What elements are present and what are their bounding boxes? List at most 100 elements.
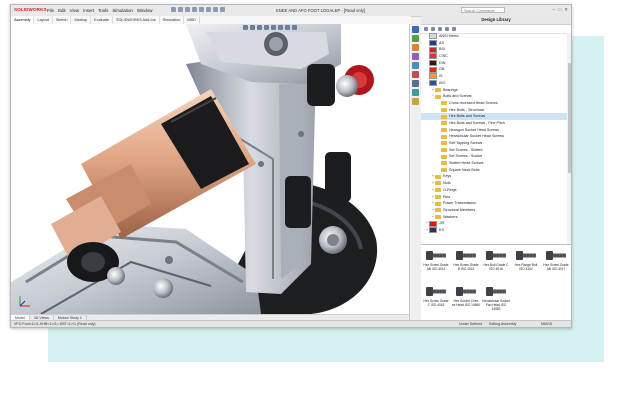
tree-item[interactable]: Hex Bolts - Structural	[421, 107, 567, 114]
create-folder-icon[interactable]	[445, 27, 449, 31]
options-icon[interactable]	[220, 7, 225, 12]
tree-item[interactable]: Square Neck Bolts	[421, 167, 567, 174]
tree-item[interactable]: Slotted Head Screws	[421, 160, 567, 167]
tree-item[interactable]: + Nuts	[421, 180, 567, 187]
open-icon[interactable]	[178, 7, 183, 12]
save-icon[interactable]	[185, 7, 190, 12]
menu-insert[interactable]: Insert	[83, 8, 94, 13]
menu-view[interactable]: View	[70, 8, 79, 13]
library-part[interactable]: Hex Flange Bolt ISO 4162	[511, 247, 541, 281]
tree-item[interactable]: ANSI Metric	[421, 33, 567, 40]
rebuild-icon[interactable]	[213, 7, 218, 12]
tree-item[interactable]: Hex Bolts and Screws - Fine Pitch	[421, 120, 567, 127]
tree-item[interactable]: Self Tapping Screws	[421, 140, 567, 147]
folder-icon	[441, 141, 447, 146]
tab-layout[interactable]: Layout	[34, 16, 53, 24]
tree-item[interactable]: + KS	[421, 227, 567, 234]
file-explorer-icon[interactable]	[412, 44, 419, 51]
knee-assembly-model[interactable]	[11, 24, 409, 314]
tree-item[interactable]: + Pins	[421, 194, 567, 201]
search-input[interactable]: Search Commands	[461, 7, 505, 13]
tab-simulation[interactable]: Simulation	[160, 16, 185, 24]
tree-item[interactable]: + JIS	[421, 220, 567, 227]
tree-scrollbar[interactable]	[567, 33, 571, 243]
appearances-icon[interactable]	[412, 62, 419, 69]
tree-item[interactable]: Cross recessed Head Screws	[421, 100, 567, 107]
new-icon[interactable]	[171, 7, 176, 12]
tab-assembly[interactable]: Assembly	[11, 16, 35, 24]
tree-item[interactable]: GB	[421, 66, 567, 73]
tree-item[interactable]: Set Screws - Socket	[421, 153, 567, 160]
toolbox-icon[interactable]	[412, 89, 419, 96]
3d-content-icon[interactable]	[412, 98, 419, 105]
tree-item[interactable]: + Washers	[421, 214, 567, 221]
previous-view-icon[interactable]	[257, 25, 262, 30]
view-palette-icon[interactable]	[412, 53, 419, 60]
tree-item[interactable]: Hexalobular Socket Head Screws	[421, 133, 567, 140]
minimize-icon[interactable]: –	[553, 7, 556, 13]
library-part[interactable]: Hex Bolt Grade C ISO 4016	[481, 247, 511, 281]
section-view-icon[interactable]	[264, 25, 269, 30]
part-label: Hex Flange Bolt ISO 4162	[514, 263, 538, 271]
add-location-icon[interactable]	[438, 27, 442, 31]
tree-item[interactable]: Hexagon Socket Head Screws	[421, 127, 567, 134]
custom-properties-icon[interactable]	[412, 71, 419, 78]
library-part[interactable]: Hex Socket Chee se Head ISO 14580	[451, 283, 481, 317]
menu-simulation[interactable]: Simulation	[112, 8, 133, 13]
refresh-icon[interactable]	[452, 27, 456, 31]
library-part[interactable]: Hex Screw Grade AB ISO 4014	[421, 247, 451, 281]
undo-icon[interactable]	[199, 7, 204, 12]
library-part[interactable]: Hex Screw Grade AB ISO 4017	[541, 247, 571, 281]
resources-icon[interactable]	[412, 26, 419, 33]
tree-item[interactable]: + Keys	[421, 173, 567, 180]
part-label: Hex Screw Grade B ISO 4015	[453, 263, 479, 271]
close-icon[interactable]: ✕	[564, 7, 568, 13]
scrollbar-thumb[interactable]	[567, 63, 571, 173]
appearance-icon[interactable]	[292, 25, 297, 30]
tree-item[interactable]: Set Screws - Slotted	[421, 147, 567, 154]
menu-window[interactable]: Window	[137, 8, 153, 13]
graphics-area[interactable]	[11, 24, 409, 314]
tree-item[interactable]: Hex Bolts and Screws	[421, 113, 567, 120]
tree-item[interactable]: + O-Rings	[421, 187, 567, 194]
select-icon[interactable]	[206, 7, 211, 12]
forward-icon[interactable]	[431, 27, 435, 31]
bolt-icon	[426, 287, 446, 296]
tree-item[interactable]: BSI	[421, 46, 567, 53]
tree-item[interactable]: − Bolts and Screws	[421, 93, 567, 100]
tree-item[interactable]: − ISO	[421, 80, 567, 87]
tree-item[interactable]: AS	[421, 40, 567, 47]
tab-mbd[interactable]: MBD	[184, 16, 200, 24]
menu-file[interactable]: File	[47, 8, 54, 13]
tab-sketch[interactable]: Sketch	[53, 16, 72, 24]
view-orientation-icon[interactable]	[271, 25, 276, 30]
maximize-icon[interactable]: □	[558, 7, 561, 13]
solidworks-forum-icon[interactable]	[412, 80, 419, 87]
tree-item[interactable]: + Bearings	[421, 87, 567, 94]
zoom-fit-icon[interactable]	[243, 25, 248, 30]
library-part[interactable]: Hexalobular Socket Pan Head ISO 14583	[481, 283, 511, 317]
menu-edit[interactable]: Edit	[58, 8, 66, 13]
tree-item[interactable]: DIN	[421, 60, 567, 67]
tree-item[interactable]: IS	[421, 73, 567, 80]
display-style-icon[interactable]	[278, 25, 283, 30]
tree-item[interactable]: + Structural Members	[421, 207, 567, 214]
back-icon[interactable]	[424, 27, 428, 31]
status-units[interactable]: MMGS	[541, 322, 552, 326]
design-library-icon[interactable]	[412, 35, 419, 42]
hide-show-icon[interactable]	[285, 25, 290, 30]
library-part[interactable]: Hex Screw Grade C ISO 4018	[421, 283, 451, 317]
menu-tools[interactable]: Tools	[98, 8, 108, 13]
print-icon[interactable]	[192, 7, 197, 12]
tab-markup[interactable]: Markup	[71, 16, 92, 24]
tree-item[interactable]: CISC	[421, 53, 567, 60]
library-part[interactable]: Hex Screw Grade B ISO 4015	[451, 247, 481, 281]
tab-add-ins[interactable]: SOLIDWORKS Add-Ins	[113, 16, 160, 24]
tab-evaluate[interactable]: Evaluate	[91, 16, 113, 24]
tree-item[interactable]: + Power Transmission	[421, 200, 567, 207]
zoom-area-icon[interactable]	[250, 25, 255, 30]
standard-flag-icon	[429, 33, 437, 40]
tree-item-label: Structural Members	[443, 207, 476, 212]
tree-item-label: AS	[439, 40, 444, 45]
pane-divider[interactable]	[421, 244, 571, 245]
